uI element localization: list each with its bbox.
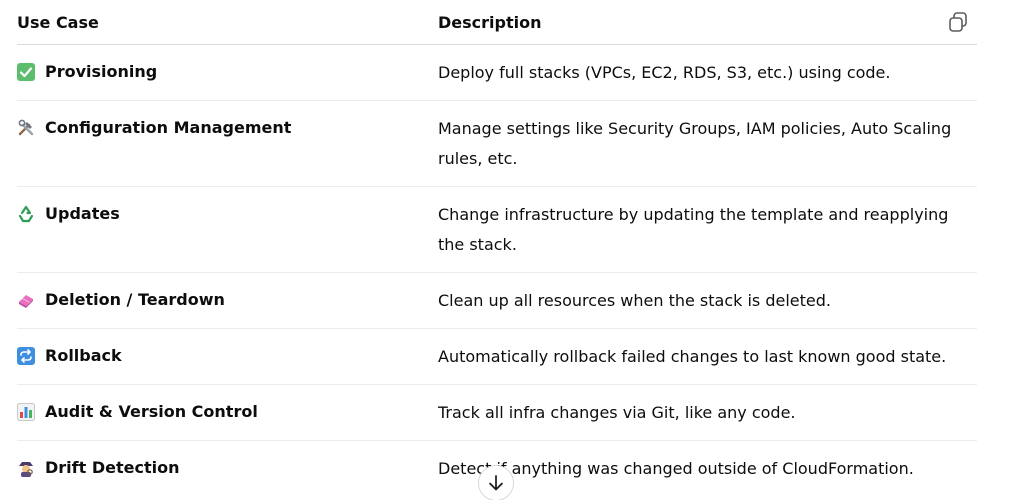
recycle-icon [17,205,35,223]
header-description: Description [438,13,542,32]
tools-icon [17,119,35,137]
use-case-label: Audit & Version Control [45,402,258,421]
table-row: Provisioning Deploy full stacks (VPCs, E… [17,45,977,101]
use-case-label: Deletion / Teardown [45,290,225,309]
detective-icon [17,459,35,477]
table-row: Configuration Management Manage settings… [17,101,977,187]
table-header: Use Case Description [17,0,977,45]
description-text: Clean up all resources when the stack is… [438,291,831,310]
bar-chart-icon [17,403,35,421]
page: Use Case Description Provisioning Deploy… [0,0,1013,500]
check-mark-icon [17,63,35,81]
use-case-label: Rollback [45,346,122,365]
description-text: Change infrastructure by updating the te… [438,205,949,254]
table-row: Updates Change infrastructure by updatin… [17,187,977,273]
table-row: Rollback Automatically rollback failed c… [17,329,977,385]
use-case-label: Configuration Management [45,118,292,137]
header-use-case: Use Case [17,13,99,32]
copy-button[interactable] [947,10,971,34]
arrow-down-icon [489,475,503,491]
use-case-label: Drift Detection [45,458,180,477]
description-text: Track all infra changes via Git, like an… [438,403,796,422]
use-case-table: Use Case Description Provisioning Deploy… [17,0,977,496]
scroll-down-button[interactable] [478,465,514,500]
description-text: Automatically rollback failed changes to… [438,347,947,366]
use-case-label: Updates [45,204,120,223]
copy-icon [949,12,967,32]
description-text: Manage settings like Security Groups, IA… [438,119,952,168]
description-text: Deploy full stacks (VPCs, EC2, RDS, S3, … [438,63,891,82]
table-row: Audit & Version Control Track all infra … [17,385,977,441]
table-row: Deletion / Teardown Clean up all resourc… [17,273,977,329]
eraser-icon [17,291,35,309]
use-case-label: Provisioning [45,62,158,81]
repeat-icon [17,347,35,365]
description-text: Detect if anything was changed outside o… [438,459,914,478]
